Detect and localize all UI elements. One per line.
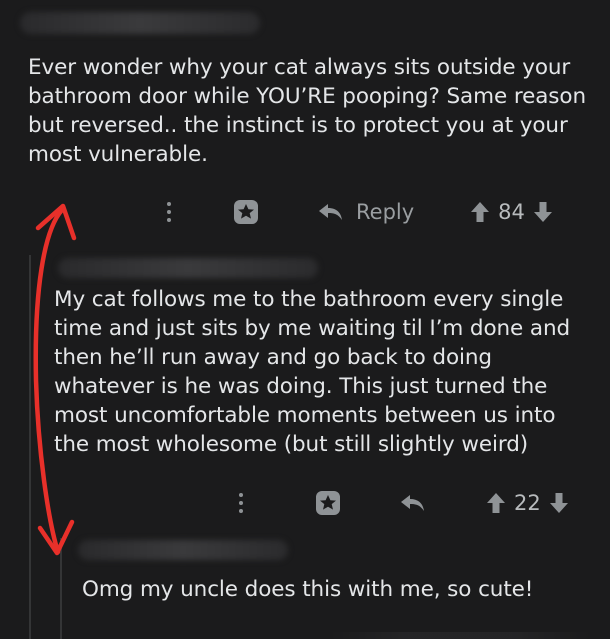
thread-line[interactable] <box>60 538 62 639</box>
redacted-username <box>78 540 288 560</box>
reply-button[interactable]: Reply <box>356 200 414 224</box>
reply-arrow-icon[interactable] <box>318 202 344 222</box>
vote-score: 84 <box>498 200 525 224</box>
comment-actions: 22 <box>232 487 592 519</box>
reply-arrow-icon[interactable] <box>400 493 426 513</box>
upvote-icon[interactable] <box>486 492 506 514</box>
next-row-edge <box>330 632 590 639</box>
downvote-icon[interactable] <box>533 201 553 223</box>
comment-actions: Reply 84 <box>160 196 590 228</box>
redacted-username <box>58 258 318 278</box>
downvote-icon[interactable] <box>549 492 569 514</box>
upvote-icon[interactable] <box>470 201 490 223</box>
comment-body: My cat follows me to the bathroom every … <box>54 287 571 457</box>
more-dots-icon[interactable] <box>232 492 250 514</box>
award-icon[interactable] <box>314 489 342 517</box>
comment-body: Ever wonder why your cat always sits out… <box>28 55 586 167</box>
redacted-username <box>20 12 260 34</box>
more-dots-icon[interactable] <box>160 201 178 223</box>
award-icon[interactable] <box>232 198 260 226</box>
vote-score: 22 <box>514 491 541 515</box>
thread-line[interactable] <box>29 255 31 639</box>
comment-body: Omg my uncle does this with me, so cute! <box>82 577 534 602</box>
